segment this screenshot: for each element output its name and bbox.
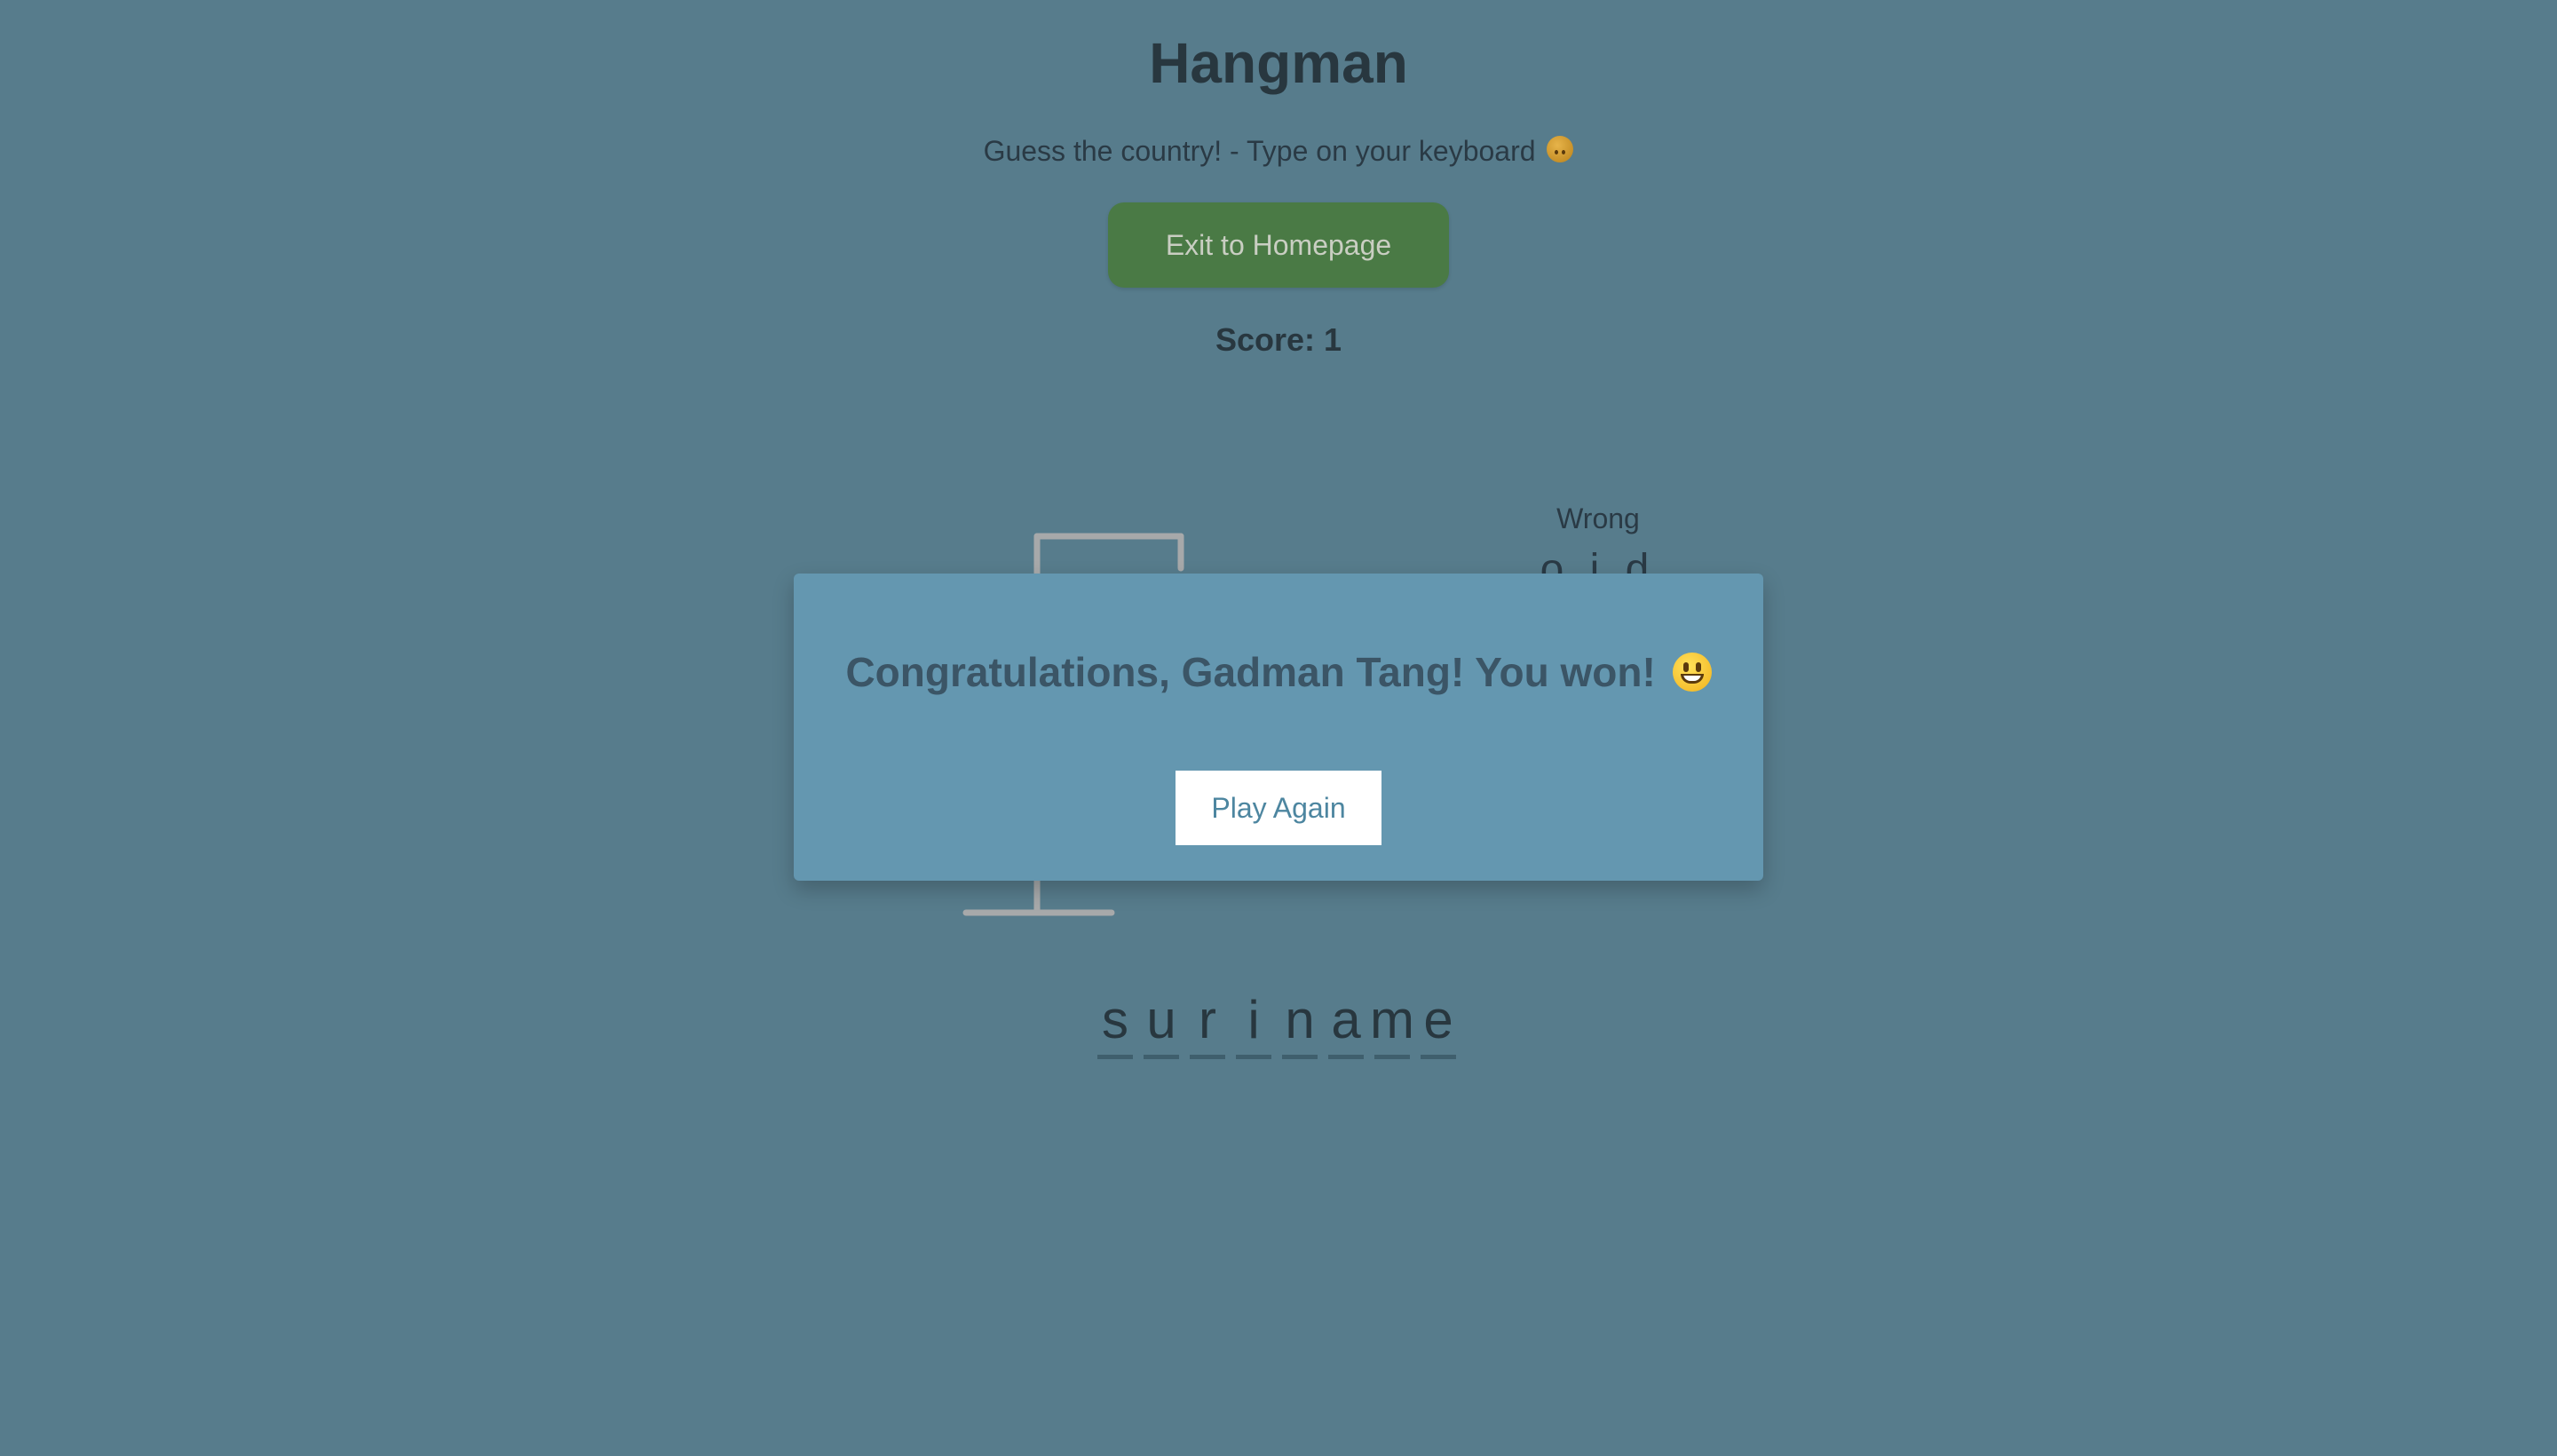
letter-underline [1097,1055,1133,1059]
letter-slot: i [1236,987,1271,1059]
win-modal: Congratulations, Gadman Tang! You won! P… [794,574,1763,881]
upside-down-face-icon [1547,136,1574,162]
letter-slot: a [1328,987,1364,1059]
guessed-letter: r [1199,990,1216,1049]
guessed-letter: n [1285,990,1315,1049]
letter-slot: s [1097,987,1133,1059]
score-display: Score: 1 [1215,321,1342,358]
exit-to-homepage-button[interactable]: Exit to Homepage [1108,202,1449,288]
play-again-button[interactable]: Play Again [1176,771,1381,845]
guessed-letter: m [1370,990,1414,1049]
letter-underline [1374,1055,1410,1059]
guessed-letter: u [1146,990,1176,1049]
game-instructions: Guess the country! - Type on your keyboa… [0,135,2557,168]
guessed-letter: e [1423,990,1453,1049]
letter-underline [1190,1055,1225,1059]
win-message-text: Congratulations, Gadman Tang! You won! [845,649,1656,695]
win-message: Congratulations, Gadman Tang! You won! [794,648,1763,696]
letter-underline [1282,1055,1318,1059]
letter-underline [1144,1055,1179,1059]
letter-slot: m [1370,987,1414,1059]
guessed-letter: a [1331,990,1361,1049]
letter-underline [1421,1055,1456,1059]
word-display: s u r i n a m e [1097,987,1456,1059]
hangman-page: Hangman Guess the country! - Type on you… [0,0,2557,1456]
guessed-letter: i [1247,990,1260,1049]
letter-underline [1236,1055,1271,1059]
page-title: Hangman [1149,31,1408,95]
wrong-guesses-label: Wrong [1556,502,1640,534]
instructions-text: Guess the country! - Type on your keyboa… [983,135,1536,167]
letter-slot: r [1190,987,1225,1059]
letter-slot: e [1421,987,1456,1059]
letter-underline [1328,1055,1364,1059]
smiling-face-icon [1672,653,1712,692]
letter-slot: u [1144,987,1179,1059]
guessed-letter: s [1102,990,1128,1049]
letter-slot: n [1282,987,1318,1059]
